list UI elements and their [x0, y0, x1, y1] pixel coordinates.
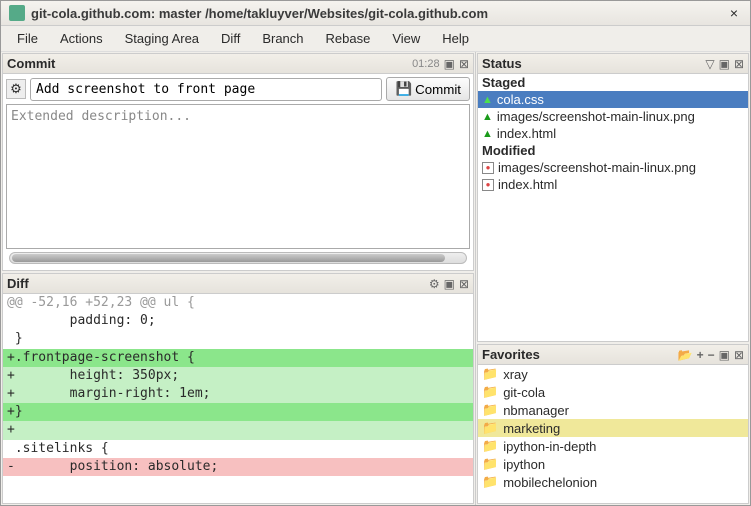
diff-panel-title: Diff: [7, 276, 429, 291]
file-row[interactable]: ▲ images/screenshot-main-linux.png: [478, 108, 748, 125]
favorites-list: 📁 xray 📁 git-cola 📁 nbmanager 📁 marketing 📁 ipyth…: [478, 365, 748, 503]
commit-panel-title: Commit: [7, 56, 412, 71]
favorite-name: marketing: [503, 421, 560, 436]
file-name: index.html: [497, 126, 556, 141]
folder-open-icon[interactable]: 📂: [678, 348, 693, 362]
file-row[interactable]: ● images/screenshot-main-linux.png: [478, 159, 748, 176]
favorite-item[interactable]: 📁 marketing: [478, 419, 748, 437]
favorite-name: nbmanager: [503, 403, 569, 418]
file-name: images/screenshot-main-linux.png: [497, 109, 695, 124]
undock-icon[interactable]: ▣: [444, 277, 455, 291]
favorite-item[interactable]: 📁 ipython-in-depth: [478, 437, 748, 455]
window-title: git-cola.github.com: master /home/takluy…: [31, 6, 726, 21]
titlebar: git-cola.github.com: master /home/takluy…: [1, 1, 750, 26]
folder-icon: 📁: [482, 366, 498, 382]
close-panel-icon[interactable]: ⊠: [734, 57, 744, 71]
undock-icon[interactable]: ▣: [719, 348, 730, 362]
diff-line: +.frontpage-screenshot {: [3, 349, 473, 367]
close-panel-icon[interactable]: ⊠: [459, 277, 469, 291]
modified-icon: ●: [482, 162, 494, 174]
file-name: index.html: [498, 177, 557, 192]
file-row[interactable]: ▲ cola.css: [478, 91, 748, 108]
favorite-item[interactable]: 📁 mobilechelonion: [478, 473, 748, 491]
diff-viewer[interactable]: @@ -52,16 +52,23 @@ ul { padding: 0; }+.…: [3, 294, 473, 503]
close-panel-icon[interactable]: ⊠: [459, 57, 469, 71]
commit-button[interactable]: 💾Commit: [386, 77, 470, 101]
save-icon: 💾: [395, 81, 412, 97]
favorite-name: git-cola: [503, 385, 545, 400]
menu-actions[interactable]: Actions: [50, 29, 113, 48]
folder-icon: 📁: [482, 438, 498, 454]
filter-icon[interactable]: ▽: [705, 57, 714, 71]
file-row[interactable]: ● index.html: [478, 176, 748, 193]
favorite-item[interactable]: 📁 ipython: [478, 455, 748, 473]
remove-icon[interactable]: −: [708, 348, 715, 362]
menu-staging-area[interactable]: Staging Area: [115, 29, 209, 48]
staged-icon: ▲: [482, 94, 493, 106]
folder-icon: 📁: [482, 456, 498, 472]
favorite-name: ipython-in-depth: [503, 439, 596, 454]
diff-line: - position: absolute;: [3, 458, 473, 476]
diff-line: }: [3, 330, 473, 348]
favorite-name: mobilechelonion: [503, 475, 597, 490]
status-group[interactable]: Staged: [478, 74, 748, 91]
column-counter: 01:28: [412, 58, 440, 70]
gear-icon[interactable]: ⚙: [429, 277, 440, 291]
menubar: FileActionsStaging AreaDiffBranchRebaseV…: [1, 26, 750, 52]
status-panel-title: Status: [482, 56, 705, 71]
file-row[interactable]: ▲ index.html: [478, 125, 748, 142]
favorite-name: ipython: [503, 457, 545, 472]
staged-icon: ▲: [482, 111, 493, 123]
favorites-panel-title: Favorites: [482, 347, 678, 362]
undock-icon[interactable]: ▣: [444, 57, 455, 71]
favorite-item[interactable]: 📁 xray: [478, 365, 748, 383]
close-icon[interactable]: ×: [726, 5, 742, 21]
app-icon: [9, 5, 25, 21]
favorite-item[interactable]: 📁 git-cola: [478, 383, 748, 401]
diff-line: +}: [3, 403, 473, 421]
folder-icon: 📁: [482, 384, 498, 400]
file-name: images/screenshot-main-linux.png: [498, 160, 696, 175]
folder-icon: 📁: [482, 402, 498, 418]
favorite-name: xray: [503, 367, 528, 382]
diff-line: .sitelinks {: [3, 440, 473, 458]
diff-line: padding: 0;: [3, 312, 473, 330]
diff-line: +: [3, 421, 473, 439]
menu-branch[interactable]: Branch: [252, 29, 313, 48]
menu-rebase[interactable]: Rebase: [316, 29, 381, 48]
diff-line: @@ -52,16 +52,23 @@ ul {: [3, 294, 473, 312]
folder-icon: 📁: [482, 474, 498, 490]
commit-summary-input[interactable]: [30, 78, 382, 101]
diff-line: + margin-right: 1em;: [3, 385, 473, 403]
gear-icon[interactable]: ⚙: [6, 79, 26, 99]
file-name: cola.css: [497, 92, 544, 107]
status-tree: Staged ▲ cola.css ▲ images/screenshot-main-l…: [478, 74, 748, 341]
extended-description-input[interactable]: Extended description...: [6, 104, 470, 249]
staged-icon: ▲: [482, 128, 493, 140]
add-icon[interactable]: +: [697, 348, 704, 362]
menu-file[interactable]: File: [7, 29, 48, 48]
folder-icon: 📁: [482, 420, 498, 436]
menu-diff[interactable]: Diff: [211, 29, 250, 48]
close-panel-icon[interactable]: ⊠: [734, 348, 744, 362]
menu-view[interactable]: View: [382, 29, 430, 48]
diff-line: + height: 350px;: [3, 367, 473, 385]
scrollbar[interactable]: [9, 252, 467, 264]
favorite-item[interactable]: 📁 nbmanager: [478, 401, 748, 419]
undock-icon[interactable]: ▣: [719, 57, 730, 71]
modified-icon: ●: [482, 179, 494, 191]
status-group[interactable]: Modified: [478, 142, 748, 159]
menu-help[interactable]: Help: [432, 29, 479, 48]
